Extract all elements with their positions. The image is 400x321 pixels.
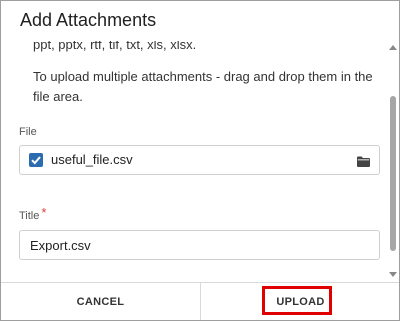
folder-icon[interactable] [357, 154, 370, 172]
file-drop-area[interactable]: useful_file.csv [19, 145, 380, 175]
file-name: useful_file.csv [51, 152, 133, 167]
scroll-up-icon[interactable] [389, 45, 397, 50]
title-label-text: Title [19, 210, 40, 222]
dialog-title: Add Attachments [20, 10, 157, 30]
add-attachments-dialog: Add Attachments ppt, pptx, rtf, tif, txt… [0, 0, 400, 321]
dialog-footer: CANCEL UPLOAD [1, 282, 399, 320]
cancel-button[interactable]: CANCEL [1, 283, 200, 320]
scroll-thumb[interactable] [390, 96, 396, 251]
file-checkbox[interactable] [29, 153, 43, 167]
title-label: Title * [19, 205, 47, 222]
upload-info-text: To upload multiple attachments - drag an… [33, 69, 373, 104]
title-input[interactable] [19, 230, 380, 260]
upload-button[interactable]: UPLOAD [201, 283, 399, 320]
scroll-down-icon[interactable] [389, 272, 397, 277]
file-label: File [19, 126, 37, 138]
dialog-content: ppt, pptx, rtf, tif, txt, xls, xlsx. To … [1, 41, 389, 281]
required-mark: * [41, 205, 47, 220]
allowed-types-text: ppt, pptx, rtf, tif, txt, xls, xlsx. [33, 41, 197, 52]
content-scrollbar[interactable] [388, 41, 398, 281]
